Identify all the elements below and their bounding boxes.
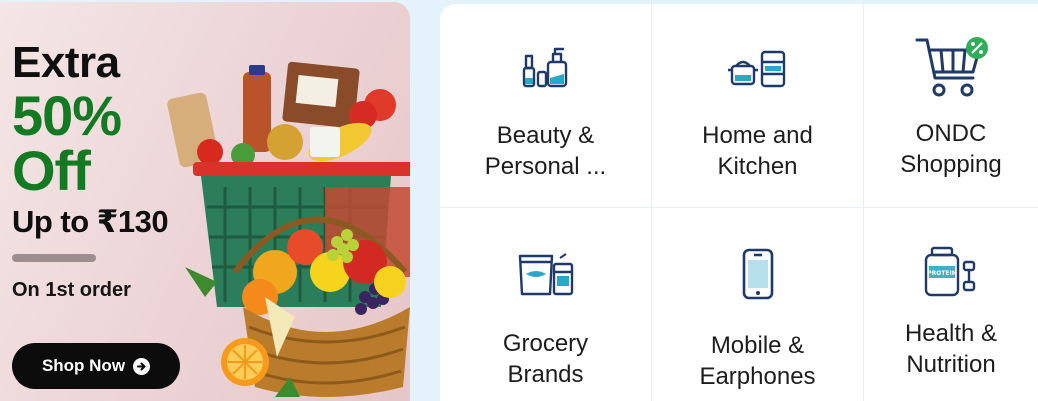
- mobile-phone-icon: [742, 248, 773, 300]
- shop-now-button[interactable]: Shop Now: [12, 343, 180, 389]
- category-label-home-kitchen: Home and Kitchen: [702, 122, 813, 180]
- protein-jar-label: PROTEIN: [927, 270, 957, 277]
- beauty-bottles-icon: [522, 47, 567, 88]
- category-tile-ondc[interactable]: ONDC Shopping: [864, 4, 1038, 208]
- promo-text: Extra 50% Off Up to ₹130 On 1st order: [12, 38, 169, 302]
- promo-cap-amount: Up to ₹130: [12, 204, 169, 239]
- category-tile-home-kitchen[interactable]: Home and Kitchen: [652, 4, 864, 208]
- category-grid: Beauty & Personal ... Home and Kitchen O…: [440, 4, 1038, 401]
- promo-headline-percent: 50%: [12, 84, 122, 147]
- protein-dumbbell-icon: PROTEIN: [924, 246, 976, 297]
- promo-banner[interactable]: Extra 50% Off Up to ₹130 On 1st order Sh…: [0, 2, 410, 401]
- category-label-health: Health & Nutrition: [904, 320, 998, 378]
- promo-divider: [12, 254, 96, 262]
- category-label-ondc: ONDC Shopping: [900, 120, 1002, 178]
- shop-now-label: Shop Now: [41, 356, 126, 375]
- category-label-grocery: Grocery Brands: [502, 330, 589, 388]
- grocery-basket-illustration: [167, 61, 410, 397]
- cookware-icon: [727, 50, 785, 88]
- category-tile-mobile[interactable]: Mobile & Earphones: [652, 208, 864, 401]
- category-tile-grocery[interactable]: Grocery Brands: [440, 208, 652, 401]
- shopping-cart-discount-icon: [915, 37, 988, 97]
- category-tile-health[interactable]: PROTEIN Health & Nutrition: [864, 208, 1038, 401]
- category-label-beauty: Beauty & Personal ...: [484, 122, 607, 180]
- grocery-packets-icon: [518, 253, 573, 296]
- category-tile-beauty[interactable]: Beauty & Personal ...: [440, 4, 652, 208]
- promo-headline-extra: Extra: [12, 38, 120, 87]
- category-label-mobile: Mobile & Earphones: [699, 332, 816, 390]
- promo-headline-off: Off: [12, 139, 91, 202]
- promo-condition: On 1st order: [12, 279, 131, 301]
- arrow-right-icon: [133, 357, 151, 375]
